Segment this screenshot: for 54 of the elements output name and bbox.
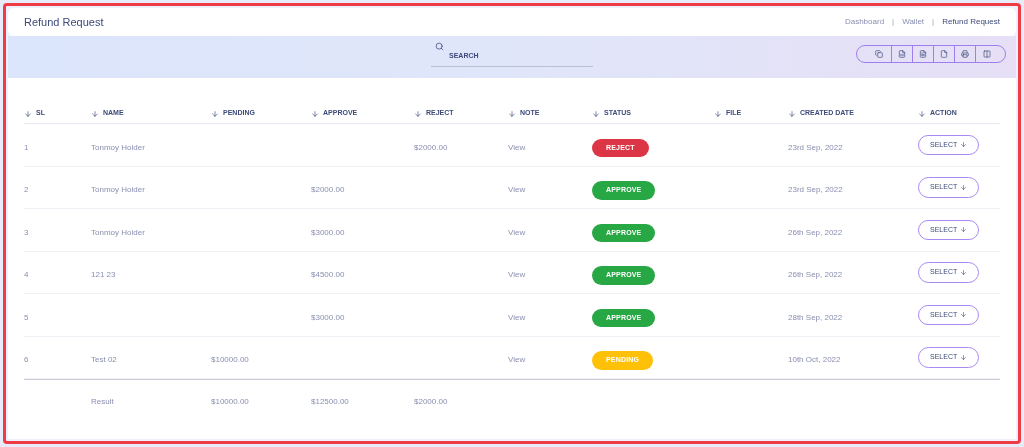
total-cell: $10000.00 <box>211 396 249 406</box>
sort-icon <box>91 109 99 118</box>
arrow-icon <box>960 183 968 191</box>
amount-cell: $2000.00 <box>311 185 345 195</box>
arrow-icon <box>960 226 968 234</box>
amount-cell: $2000.00 <box>414 142 448 152</box>
sort-icon <box>714 109 722 118</box>
sort-icon <box>24 109 32 118</box>
sort-icon <box>311 109 319 118</box>
sort-icon <box>788 109 796 118</box>
name-cell: Tonmoy Holder <box>91 185 145 195</box>
page-title: Refund Request <box>24 14 104 30</box>
file-icon <box>940 50 948 58</box>
row-number: 4 <box>24 270 29 280</box>
total-label: Result <box>91 396 114 406</box>
sort-icon <box>211 109 219 118</box>
arrow-icon <box>960 353 968 361</box>
row-number: 5 <box>24 312 29 322</box>
date-cell: 26th Sep, 2022 <box>788 270 843 280</box>
row-number: 1 <box>24 142 29 152</box>
amount-cell: $3000.00 <box>311 312 345 322</box>
total-cell: $2000.00 <box>414 396 448 406</box>
name-cell: Tonmoy Holder <box>91 142 145 152</box>
date-cell: 26th Sep, 2022 <box>788 227 843 237</box>
row-number: 2 <box>24 185 29 195</box>
date-cell: 23rd Sep, 2022 <box>788 142 843 152</box>
arrow-icon <box>960 311 968 319</box>
breadcrumb-separator: | <box>892 16 895 28</box>
amount-cell: $10000.00 <box>211 355 249 365</box>
date-cell: 23rd Sep, 2022 <box>788 185 843 195</box>
spreadsheet-icon <box>898 50 906 58</box>
sort-icon <box>508 109 516 118</box>
date-cell: 10th Oct, 2022 <box>788 355 841 365</box>
sort-icon <box>592 109 600 118</box>
name-cell: 121 23 <box>91 270 116 280</box>
row-number: 6 <box>24 355 29 365</box>
breadcrumb-separator: | <box>932 16 935 28</box>
amount-cell: $4500.00 <box>311 270 345 280</box>
amount-cell: $3000.00 <box>311 227 345 237</box>
breadcrumb-link[interactable]: Refund Request <box>942 16 1000 28</box>
document-icon <box>919 50 927 58</box>
total-cell: $12500.00 <box>311 396 349 406</box>
printer-icon <box>961 50 969 58</box>
name-cell: Tonmoy Holder <box>91 227 145 237</box>
row-number: 3 <box>24 227 29 237</box>
search-icon <box>435 42 444 52</box>
name-cell: Test 02 <box>91 355 117 365</box>
sort-icon <box>918 109 926 118</box>
sort-icon <box>414 109 422 118</box>
date-cell: 28th Sep, 2022 <box>788 312 843 322</box>
columns-icon <box>982 50 991 58</box>
copy-icon <box>875 50 883 58</box>
arrow-icon <box>960 268 968 276</box>
arrow-icon <box>960 141 968 149</box>
